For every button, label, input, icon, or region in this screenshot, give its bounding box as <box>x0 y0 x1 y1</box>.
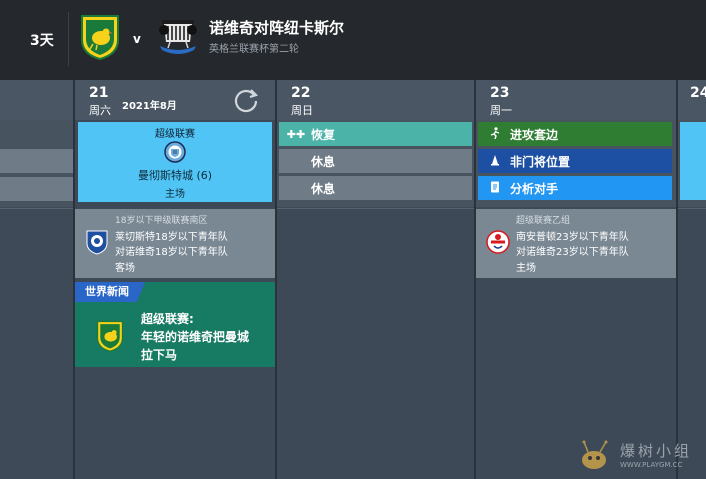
match-competition: 超级联赛 <box>155 129 195 140</box>
day-23-header: 23 周一 <box>476 80 676 120</box>
divider <box>277 208 474 209</box>
training-analyse-opposition[interactable]: 分析对手 <box>478 176 672 200</box>
recovery-icon: ✚✚ <box>286 127 306 141</box>
youth-competition: 18岁以下甲级联赛南区 <box>115 216 208 226</box>
header-divider <box>68 12 69 66</box>
u23-away-team: 对诺维奇23岁以下青年队 <box>516 247 629 258</box>
training-recovery[interactable]: ✚✚ 恢复 <box>279 122 472 146</box>
training-label: 分析对手 <box>510 181 559 196</box>
versus-label: v <box>133 32 141 46</box>
column-day-22: 22 周日 ✚✚ 恢复 休息 休息 <box>277 80 474 479</box>
match-opponent: 曼彻斯特城 (6) <box>137 169 213 182</box>
man-city-crest-icon <box>164 141 186 163</box>
days-until-match: 3天 <box>30 33 54 49</box>
training-label: 休息 <box>311 181 336 196</box>
month-label: 2021年8月 <box>122 101 177 112</box>
u23-match-card[interactable]: 超级联赛乙组 南安普顿23岁以下青年队 对诺维奇23岁以下青年队 主场 <box>476 209 676 278</box>
match-venue: 主场 <box>165 189 185 200</box>
norwich-crest-icon[interactable] <box>80 14 120 60</box>
divider <box>678 208 706 209</box>
u23-home-team: 南安普顿23岁以下青年队 <box>516 232 629 243</box>
training-label: 休息 <box>311 154 336 169</box>
training-outfield-positions[interactable]: 非门将位置 <box>478 149 672 173</box>
prev-day-header <box>0 80 73 120</box>
leicester-crest-icon <box>86 230 108 255</box>
day-22-header: 22 周日 <box>277 80 474 120</box>
watermark-text: 爆树小组 <box>620 442 693 460</box>
training-rest-1[interactable]: 休息 <box>279 149 472 173</box>
competition-subtitle: 英格兰联赛杯第二轮 <box>209 44 299 55</box>
day-24-match-card[interactable] <box>680 122 706 200</box>
youth-home-team: 莱切斯特18岁以下青年队 <box>115 232 228 243</box>
column-prev-day <box>0 80 73 479</box>
news-tag: 世界新闻 <box>75 282 145 302</box>
column-day-21: 21 周六 2021年8月 超级联赛 曼彻斯特城 (6) 主场 18岁以下甲级联… <box>75 80 275 479</box>
day-21-weekday: 周六 <box>89 104 111 117</box>
day-21-header: 21 周六 2021年8月 <box>75 80 275 120</box>
youth-away-team: 对诺维奇18岁以下青年队 <box>115 247 228 258</box>
day-23-weekday: 周一 <box>490 104 512 117</box>
southampton-crest-icon <box>486 230 510 254</box>
day-23-number: 23 <box>490 85 510 101</box>
world-news-card[interactable]: 世界新闻 超级联赛: 年轻的诺维奇把曼城 拉下马 <box>75 282 275 367</box>
u23-competition: 超级联赛乙组 <box>516 216 571 226</box>
match-header: 3天 v 诺维奇对阵纽卡斯尔 英格兰联赛杯第二轮 <box>0 0 706 80</box>
bug-logo-icon <box>582 440 608 469</box>
news-headline-line1: 超级联赛: <box>141 312 194 326</box>
running-icon <box>484 126 506 142</box>
norwich-crest-icon <box>96 320 124 352</box>
youth-venue: 客场 <box>115 263 135 274</box>
news-headline-line3: 拉下马 <box>141 348 178 362</box>
column-day-23: 23 周一 进攻套边 非门将位置 分析对手 超级联赛乙组 南安普顿23岁以下青年… <box>476 80 676 479</box>
training-rest-2[interactable]: 休息 <box>279 176 472 200</box>
news-headline-line2: 年轻的诺维奇把曼城 <box>141 330 250 344</box>
youth-match-card[interactable]: 18岁以下甲级联赛南区 莱切斯特18岁以下青年队 对诺维奇18岁以下青年队 客场 <box>75 209 275 278</box>
column-day-24: 24 <box>678 80 706 479</box>
match-title[interactable]: 诺维奇对阵纽卡斯尔 <box>209 17 344 38</box>
day-21-number: 21 <box>89 85 109 101</box>
watermark-url: WWW.PLAYGM.CC <box>620 461 683 469</box>
day-22-weekday: 周日 <box>291 104 313 117</box>
training-label: 进攻套边 <box>510 127 559 142</box>
training-attacking-wide[interactable]: 进攻套边 <box>478 122 672 146</box>
day-24-header: 24 <box>678 80 706 120</box>
cone-icon <box>484 154 506 169</box>
watermark: 爆树小组 WWW.PLAYGM.CC <box>576 436 706 479</box>
training-label: 非门将位置 <box>510 154 571 169</box>
divider <box>0 208 73 209</box>
u23-venue: 主场 <box>516 263 536 274</box>
prev-day-event-2[interactable] <box>0 177 73 201</box>
day-22-number: 22 <box>291 85 311 101</box>
newcastle-crest-icon[interactable] <box>156 16 200 60</box>
day-24-number: 24 <box>690 85 706 101</box>
document-icon <box>484 181 506 196</box>
match-card-man-city[interactable]: 超级联赛 曼彻斯特城 (6) 主场 <box>78 122 272 202</box>
prev-day-event-1[interactable] <box>0 149 73 173</box>
training-label: 恢复 <box>311 127 336 142</box>
refresh-icon[interactable] <box>232 86 260 114</box>
